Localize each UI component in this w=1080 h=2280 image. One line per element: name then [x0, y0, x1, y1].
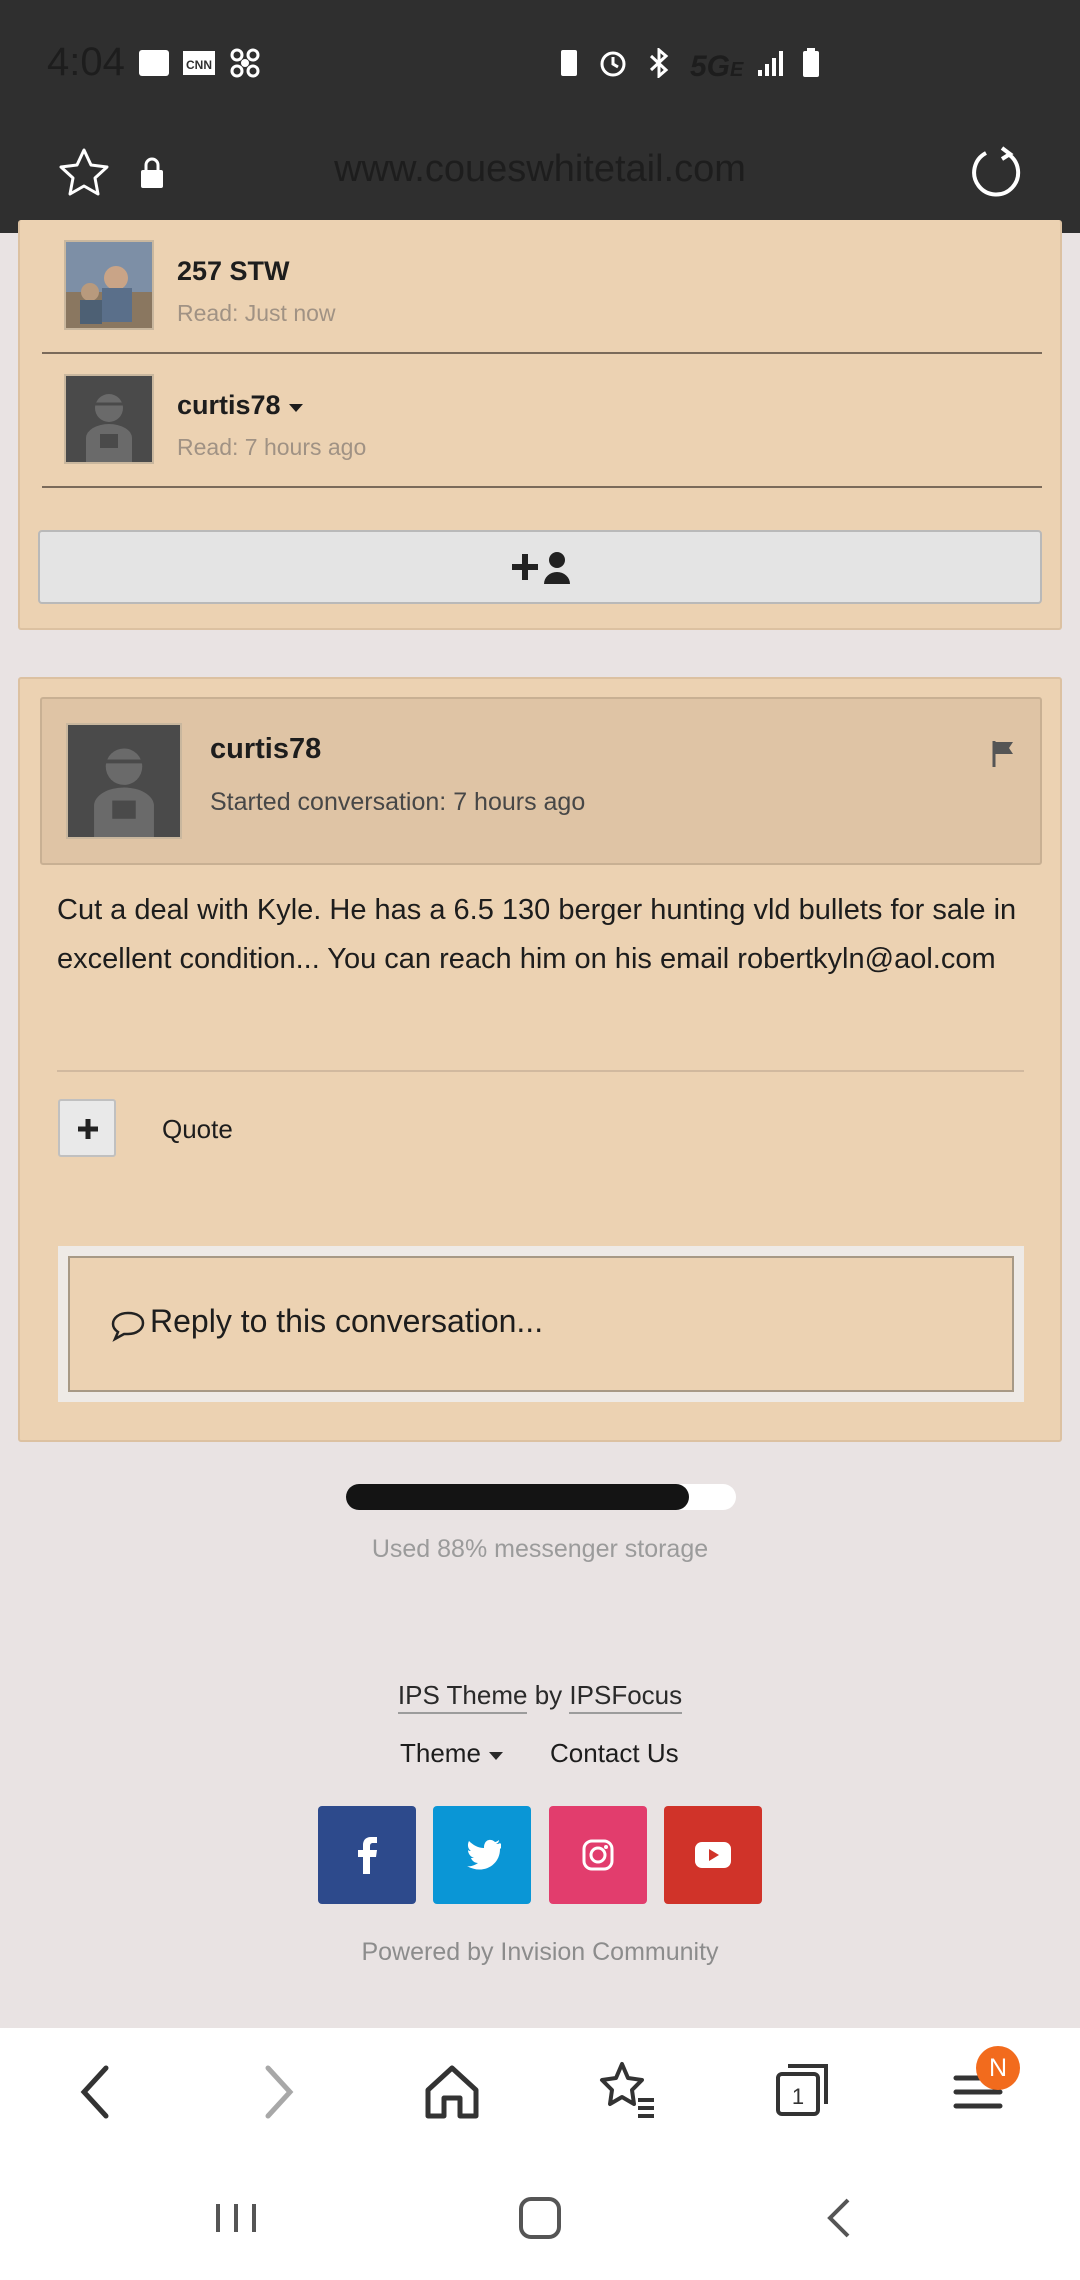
status-time: 4:04	[47, 40, 125, 84]
home-icon[interactable]	[412, 2052, 492, 2132]
recent-apps-icon[interactable]	[196, 2178, 276, 2258]
theme-selector[interactable]: Theme	[400, 1738, 504, 1769]
bookmarks-icon[interactable]	[588, 2052, 668, 2132]
svg-text:1: 1	[792, 2084, 804, 2109]
storage-bar-fill	[346, 1484, 690, 1510]
signal-icon	[758, 51, 783, 76]
caret-down-icon	[489, 1752, 504, 1760]
home-button-icon[interactable]	[500, 2178, 580, 2258]
author-name[interactable]: curtis78	[210, 733, 321, 766]
participant-avatar[interactable]	[64, 374, 154, 464]
participant-row[interactable]: curtis78 Read: 7 hours ago	[42, 354, 1042, 488]
multiquote-button[interactable]	[58, 1099, 116, 1157]
fan-icon	[230, 48, 260, 78]
conversation-meta: Started conversation: 7 hours ago	[210, 788, 586, 816]
participant-avatar[interactable]	[64, 240, 154, 330]
participant-row[interactable]: 257 STW Read: Just now	[42, 220, 1042, 354]
add-participant-button[interactable]	[38, 530, 1042, 604]
participant-read-status: Read: Just now	[177, 300, 336, 326]
svg-text:CNN: CNN	[186, 58, 212, 72]
comment-icon	[111, 1311, 145, 1342]
system-back-icon[interactable]	[800, 2178, 880, 2258]
message-text: Cut a deal with Kyle. He has a 6.5 130 b…	[57, 894, 1017, 975]
battery-saver-icon	[561, 50, 577, 76]
ips-theme-link[interactable]: IPS Theme	[397, 1680, 528, 1714]
contact-us-link[interactable]: Contact Us	[550, 1738, 679, 1769]
tabs-icon[interactable]: 1	[764, 2052, 844, 2132]
instagram-icon	[582, 1839, 614, 1871]
network-type: 5GE	[690, 50, 744, 83]
twitter-button[interactable]	[433, 1806, 531, 1904]
battery-icon	[803, 48, 819, 77]
footer-credit: IPS Theme by IPSFocus	[0, 1680, 1080, 1714]
youtube-icon	[695, 1842, 731, 1868]
powered-by[interactable]: Powered by Invision Community	[0, 1938, 1080, 1967]
forward-icon[interactable]	[236, 2052, 316, 2132]
reply-placeholder[interactable]: Reply to this conversation...	[150, 1303, 543, 1340]
participant-read-status: Read: 7 hours ago	[177, 434, 367, 460]
hand-notification-icon	[139, 50, 169, 76]
twitter-icon	[467, 1839, 501, 1870]
alarm-icon	[600, 51, 626, 77]
plus-icon	[78, 1119, 98, 1139]
reload-icon[interactable]	[968, 144, 1024, 200]
participant-name[interactable]: 257 STW	[177, 256, 290, 287]
flag-icon[interactable]	[990, 739, 1018, 767]
facebook-icon	[358, 1837, 377, 1874]
footer-by: by	[534, 1680, 563, 1710]
back-icon[interactable]	[58, 2052, 138, 2132]
participant-name[interactable]: curtis78	[177, 390, 304, 421]
quote-button[interactable]: Quote	[162, 1114, 233, 1145]
caret-down-icon[interactable]	[288, 402, 304, 414]
divider	[57, 1070, 1024, 1072]
author-avatar[interactable]	[66, 723, 182, 839]
author-box	[40, 697, 1042, 865]
facebook-button[interactable]	[318, 1806, 416, 1904]
cnn-icon: CNN	[183, 51, 215, 75]
storage-label: Used 88% messenger storage	[371, 1535, 709, 1563]
bluetooth-icon	[649, 48, 669, 78]
notification-badge: N	[976, 2046, 1020, 2090]
youtube-button[interactable]	[664, 1806, 762, 1904]
url-text[interactable]: www.coueswhitetail.com	[0, 148, 1080, 191]
instagram-button[interactable]	[549, 1806, 647, 1904]
browser-toolbar	[0, 2028, 1080, 2178]
ipsfocus-link[interactable]: IPSFocus	[569, 1680, 683, 1714]
add-user-icon	[512, 552, 570, 584]
